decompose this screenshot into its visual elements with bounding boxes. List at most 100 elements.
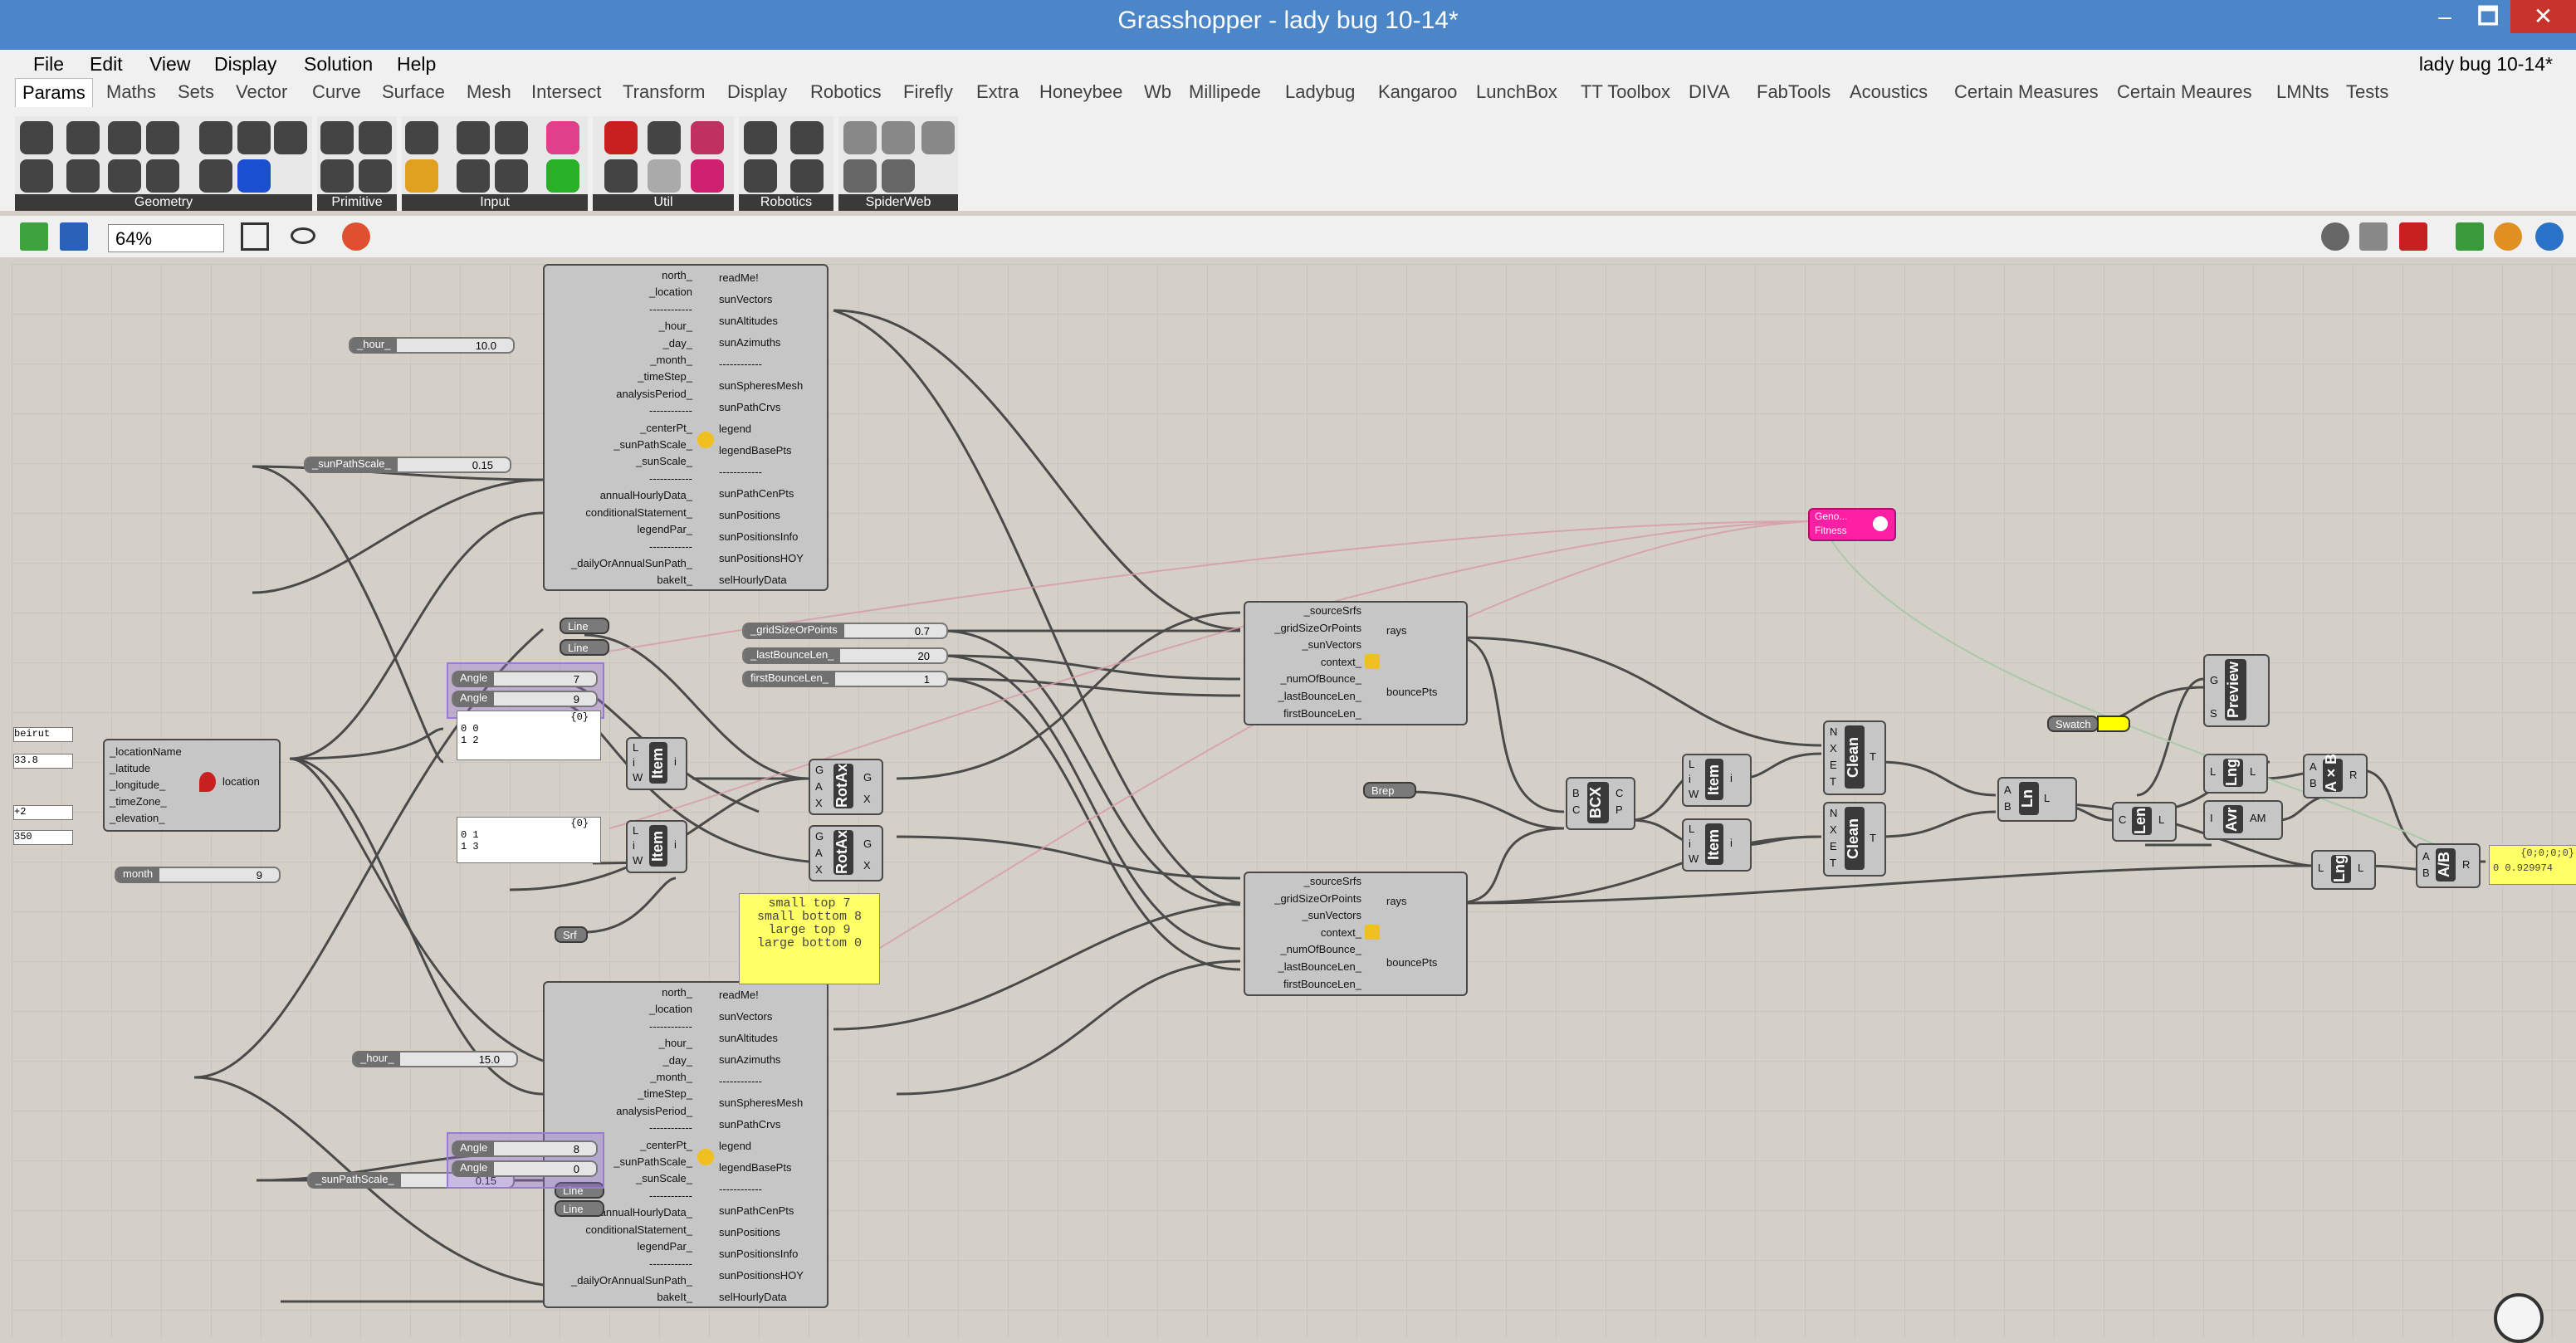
field-icon[interactable] — [237, 159, 271, 193]
tab-ladybug[interactable]: Ladybug — [1285, 81, 1355, 103]
divide-component[interactable]: AB A/B R — [2416, 843, 2481, 888]
angle-slider[interactable]: Angle 8 — [452, 1140, 598, 1157]
sunpath-component[interactable]: north_ _location ------------ _hour_ _day_ _m… — [543, 264, 829, 591]
list-item-component[interactable]: LiW Item i — [626, 820, 687, 873]
circle-icon[interactable] — [66, 121, 100, 154]
flask-icon[interactable] — [691, 159, 724, 193]
gradient-icon[interactable] — [546, 121, 579, 154]
list-item-component[interactable]: LiW Item i — [1682, 818, 1752, 872]
latitude-panel[interactable]: 33.8 — [13, 754, 73, 769]
note-panel[interactable]: small top 7 small bottom 8 large top 9 larg… — [739, 893, 880, 984]
galapagos-component[interactable]: Geno... Fitness — [1808, 508, 1896, 541]
ball-icon[interactable] — [691, 121, 724, 154]
web-mesh-icon[interactable] — [843, 159, 877, 193]
point-icon[interactable] — [20, 159, 53, 193]
number-icon[interactable] — [320, 159, 354, 193]
sketch-icon[interactable] — [342, 222, 370, 251]
robot-icon[interactable] — [744, 121, 777, 154]
save-file-icon[interactable] — [60, 222, 88, 251]
preview-mode-icon[interactable] — [2321, 222, 2349, 251]
web-icon[interactable] — [843, 121, 877, 154]
line-icon[interactable] — [146, 159, 179, 193]
geometry-icon[interactable] — [20, 121, 53, 154]
angle-slider[interactable]: Angle 7 — [452, 671, 598, 687]
clean-tree-component[interactable]: NXET Clean T — [1823, 802, 1886, 877]
mesh-icon[interactable] — [237, 121, 271, 154]
result-panel[interactable]: {0;0;0;0} 0 0.929974 — [2489, 845, 2576, 885]
tab-certain-meaures[interactable]: Certain Meaures — [2117, 81, 2252, 103]
target-icon[interactable] — [744, 159, 777, 193]
tab-intersect[interactable]: Intersect — [531, 81, 601, 103]
maximize-button[interactable]: 🗖 — [2467, 0, 2509, 33]
data-panel[interactable]: {0} 0 0 1 2 — [457, 711, 601, 760]
list-item-component[interactable]: LiW Item i — [1682, 754, 1752, 807]
next-icon[interactable] — [648, 159, 681, 193]
quality-icon[interactable] — [2535, 222, 2564, 251]
web-dual-icon[interactable] — [882, 159, 915, 193]
tab-diva[interactable]: DIVA — [1689, 81, 1730, 103]
timezone-panel[interactable]: +2 — [13, 805, 73, 820]
brep-param[interactable]: Brep — [1363, 782, 1416, 798]
tab-mesh[interactable]: Mesh — [467, 81, 511, 103]
list-length-component[interactable]: L Lng L — [2311, 850, 2376, 890]
shaded-icon[interactable] — [2399, 222, 2427, 251]
minimize-button[interactable]: – — [2424, 0, 2466, 33]
elevation-panel[interactable]: 350 — [13, 830, 73, 845]
average-component[interactable]: I Avr AM — [2203, 800, 2283, 840]
tab-extra[interactable]: Extra — [976, 81, 1019, 103]
tab-wb[interactable]: Wb — [1144, 81, 1171, 103]
tab-acoustics[interactable]: Acoustics — [1850, 81, 1928, 103]
length-component[interactable]: C Len L — [2112, 802, 2177, 842]
location-component[interactable]: _locationName _latitude _longitude_ _timeZo… — [103, 739, 281, 832]
navigation-compass-icon[interactable] — [2494, 1293, 2544, 1343]
tab-transform[interactable]: Transform — [623, 81, 705, 103]
menu-display[interactable]: Display — [214, 53, 276, 76]
zoom-select[interactable]: 64% — [108, 224, 224, 252]
vector-icon[interactable] — [108, 159, 141, 193]
zoom-extents-icon[interactable] — [241, 222, 269, 251]
cherry-icon[interactable] — [604, 121, 638, 154]
menu-edit[interactable]: Edit — [90, 53, 123, 76]
raytrace-component[interactable]: _sourceSrfs _gridSizeOrPoints _sunVectors c… — [1244, 872, 1468, 996]
tab-honeybee[interactable]: Honeybee — [1039, 81, 1122, 103]
tab-lunchbox[interactable]: LunchBox — [1476, 81, 1557, 103]
tab-vector[interactable]: Vector — [236, 81, 287, 103]
selected-only-icon[interactable] — [2456, 222, 2484, 251]
tree-icon[interactable] — [604, 159, 638, 193]
surface-icon[interactable] — [199, 159, 232, 193]
tab-lmnts[interactable]: LMNts — [2276, 81, 2329, 103]
raytrace-component[interactable]: _sourceSrfs _gridSizeOrPoints _sunVectors c… — [1244, 601, 1468, 725]
menu-solution[interactable]: Solution — [304, 53, 373, 76]
tool-icon[interactable] — [790, 121, 824, 154]
data-input-icon[interactable] — [495, 121, 528, 154]
line-param[interactable]: Line — [555, 1200, 604, 1217]
arrow-icon[interactable] — [648, 121, 681, 154]
month-slider[interactable]: month 9 — [115, 867, 281, 883]
list-item-component[interactable]: LiW Item i — [626, 737, 687, 790]
arc-icon[interactable] — [146, 121, 179, 154]
tab-tt-toolbox[interactable]: TT Toolbox — [1581, 81, 1670, 103]
text-icon[interactable] — [359, 159, 392, 193]
line-param[interactable]: Line — [560, 618, 609, 634]
tab-surface[interactable]: Surface — [382, 81, 445, 103]
brep-icon[interactable] — [274, 121, 307, 154]
angle-slider[interactable]: Angle 0 — [452, 1160, 598, 1177]
list-icon[interactable] — [495, 159, 528, 193]
hour-slider[interactable]: _hour_ 15.0 — [352, 1051, 518, 1067]
tab-curve[interactable]: Curve — [312, 81, 361, 103]
web-graph-icon[interactable] — [882, 121, 915, 154]
tab-display[interactable]: Display — [727, 81, 787, 103]
list-length-component[interactable]: L Lng L — [2203, 754, 2268, 794]
tab-robotics[interactable]: Robotics — [810, 81, 882, 103]
web-node-icon[interactable] — [921, 121, 955, 154]
open-file-icon[interactable] — [20, 222, 48, 251]
swatch-param[interactable]: Swatch — [2047, 715, 2099, 732]
integer-icon[interactable] — [359, 121, 392, 154]
wireframe-icon[interactable] — [2359, 222, 2388, 251]
tab-fabtools[interactable]: FabTools — [1757, 81, 1831, 103]
line-param[interactable]: Line — [560, 639, 609, 656]
sun-path-scale-slider[interactable]: _sunPathScale_ 0.15 — [304, 457, 511, 473]
custom-preview-component[interactable]: G S Preview — [2203, 654, 2270, 727]
preview-eye-icon[interactable] — [291, 227, 315, 244]
multiply-component[interactable]: AB A×B R — [2303, 754, 2368, 798]
